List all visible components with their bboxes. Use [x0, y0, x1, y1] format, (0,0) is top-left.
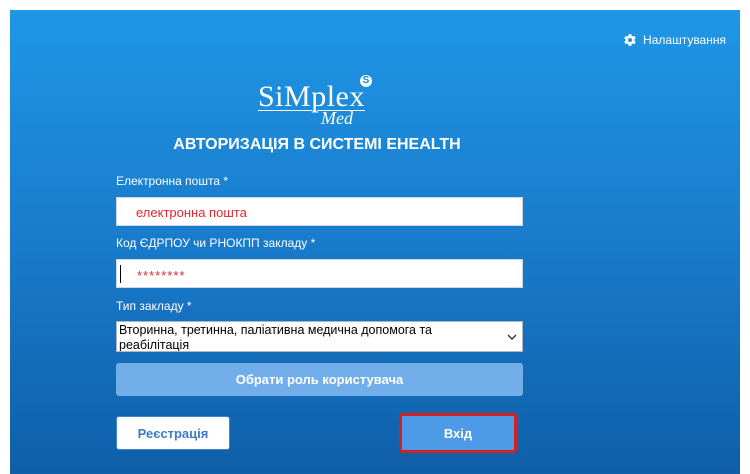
- choose-role-button[interactable]: Обрати роль користувача: [116, 363, 523, 396]
- logo-badge: S: [360, 75, 372, 87]
- facility-type-select[interactable]: Вторинна, третинна, паліативна медична д…: [116, 321, 523, 352]
- code-field[interactable]: ********: [116, 259, 523, 288]
- register-button[interactable]: Реєстрація: [116, 416, 230, 450]
- settings-link[interactable]: Налаштування: [623, 33, 726, 47]
- code-value: ********: [137, 268, 186, 283]
- email-field[interactable]: електронна пошта: [116, 197, 523, 226]
- facility-type-label: Тип закладу *: [116, 299, 192, 313]
- login-panel: Налаштування SiMplex S Med АВТОРИЗАЦІЯ В…: [10, 10, 740, 474]
- simplex-med-logo: SiMplex S Med: [253, 70, 383, 134]
- gear-icon: [624, 34, 636, 46]
- chevron-down-icon: [507, 334, 517, 340]
- code-label: Код ЄДРПОУ чи РНОКПП закладу *: [116, 236, 316, 250]
- facility-type-value: Вторинна, третинна, паліативна медична д…: [119, 323, 433, 352]
- logo-subtitle: Med: [321, 108, 353, 128]
- login-button[interactable]: Вхід: [399, 413, 517, 453]
- email-label: Електронна пошта *: [116, 174, 229, 188]
- email-value: електронна пошта: [136, 205, 247, 220]
- text-cursor: [120, 265, 121, 283]
- page-title: АВТОРИЗАЦІЯ В СИСТЕМІ EHEALTH: [173, 136, 461, 153]
- settings-label: Налаштування: [643, 33, 726, 47]
